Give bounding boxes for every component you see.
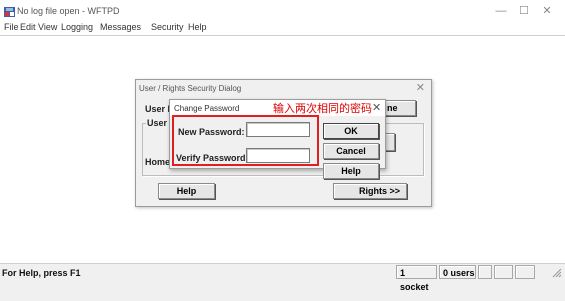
cancel-button[interactable]: Cancel (323, 143, 379, 159)
change-password-close-icon[interactable]: ✕ (372, 101, 381, 114)
annotation-enter-same-password-twice: 输入两次相同的密码 (273, 102, 372, 115)
menu-view[interactable]: View (38, 22, 57, 32)
security-help-button[interactable]: Help (158, 183, 215, 199)
menu-file[interactable]: File (4, 22, 19, 32)
title-bar: No log file open - WFTPD — ☐ ✕ (0, 0, 565, 22)
status-bar: For Help, press F1 1 socket 0 users (0, 263, 565, 301)
status-help-text: For Help, press F1 (2, 268, 81, 278)
change-password-help-button[interactable]: Help (323, 163, 379, 179)
annotation-highlight-box (172, 115, 319, 166)
menu-messages[interactable]: Messages (100, 22, 141, 32)
close-icon[interactable]: ✕ (538, 4, 556, 18)
menu-security[interactable]: Security (151, 22, 184, 32)
security-dialog-close-icon[interactable]: ✕ (416, 81, 425, 94)
maximize-icon[interactable]: ☐ (515, 4, 533, 18)
window-title: No log file open - WFTPD (17, 6, 120, 16)
partial-hidden-button[interactable]: ne (384, 100, 416, 116)
status-panel-empty-1 (478, 265, 492, 279)
menu-help[interactable]: Help (188, 22, 207, 32)
change-password-title: Change Password (174, 104, 240, 113)
minimize-icon[interactable]: — (492, 4, 510, 18)
menu-edit[interactable]: Edit (20, 22, 36, 32)
security-dialog-title: User / Rights Security Dialog (139, 84, 242, 93)
ok-button[interactable]: OK (323, 123, 379, 139)
status-sockets-panel: 1 socket (396, 265, 437, 292)
status-users-panel: 0 users (439, 265, 476, 279)
change-password-title-bar: Change Password 输入两次相同的密码 ✕ (170, 100, 385, 116)
status-panel-empty-2 (494, 265, 513, 279)
wftpd-app-icon (4, 7, 15, 17)
rights-button[interactable]: Rights >> (333, 183, 407, 199)
status-panel-empty-3 (515, 265, 535, 279)
menu-bar: File Edit View Logging Messages Security… (0, 22, 565, 34)
menu-logging[interactable]: Logging (61, 22, 93, 32)
resize-grip-icon[interactable] (552, 268, 562, 278)
